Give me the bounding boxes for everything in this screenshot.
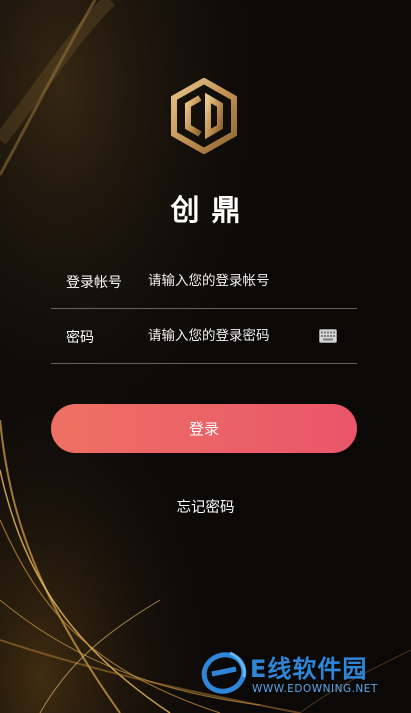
watermark-name: E线软件园 — [250, 655, 368, 683]
login-button[interactable]: 登录 — [51, 404, 357, 453]
watermark-e-logo-icon — [201, 651, 247, 694]
site-watermark: E线软件园 WWW.EDOWNING.NET — [198, 643, 403, 705]
account-input[interactable] — [148, 267, 308, 295]
forgot-password-link[interactable]: 忘记密码 — [0, 496, 411, 517]
password-label: 密码 — [66, 330, 94, 346]
watermark-site: WWW.EDOWNING.NET — [252, 683, 378, 695]
account-row: 登录帐号 — [51, 254, 357, 309]
password-row: 密码 — [51, 309, 357, 364]
password-input[interactable] — [148, 322, 308, 350]
hexagon-cd-logo-icon — [171, 78, 237, 154]
account-label: 登录帐号 — [66, 275, 122, 291]
keyboard-icon[interactable] — [319, 329, 337, 343]
app-title: 创鼎 — [170, 193, 253, 227]
